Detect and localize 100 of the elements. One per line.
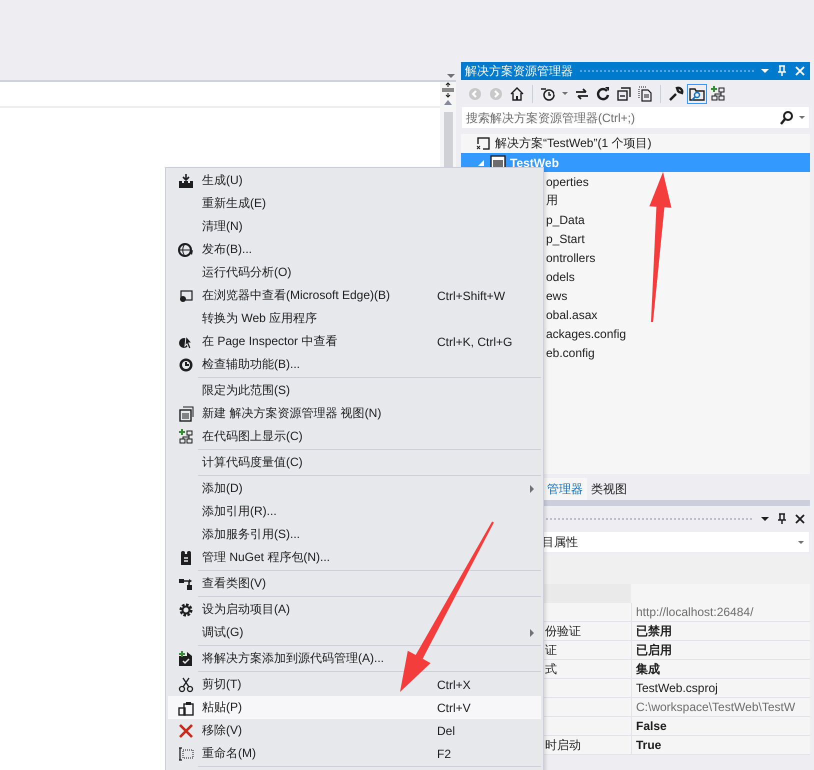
menu-item-label: 调试(G)	[202, 624, 244, 641]
tree-item[interactable]: ontrollers	[546, 250, 596, 264]
panel-tab[interactable]: 类视图	[587, 478, 631, 500]
tree-item[interactable]: p_Data	[546, 212, 585, 226]
window-list-icon	[178, 406, 194, 422]
menu-item-label: 粘贴(P)	[202, 699, 243, 716]
shortcut-label: Ctrl+V	[437, 700, 471, 714]
menu-item[interactable]: 重命名(M) F2	[168, 742, 541, 765]
remove-icon	[178, 722, 194, 738]
menu-item-label: 新建 解决方案资源管理器 视图(N)	[202, 405, 382, 422]
globe-icon	[178, 242, 194, 258]
menu-item-label: 查看类图(V)	[202, 575, 267, 592]
tree-item[interactable]: obal.asax	[546, 308, 598, 322]
menu-item[interactable]: 粘贴(P) Ctrl+V	[168, 696, 541, 719]
menu-item[interactable]: 生成(U)	[168, 169, 541, 192]
menu-item[interactable]: 添加(D)	[168, 477, 541, 500]
search-icon	[779, 110, 795, 126]
collapse-icon[interactable]	[616, 86, 632, 102]
property-value[interactable]: False	[636, 719, 667, 733]
property-value[interactable]: 已禁用	[636, 622, 672, 640]
menu-item-label: 限定为此范围(S)	[202, 382, 291, 399]
menu-item[interactable]: 计算代码度量值(C)	[168, 451, 541, 474]
tree-item[interactable]: 用	[546, 192, 558, 209]
menu-item-label: 在浏览器中查看(Microsoft Edge)(B)	[202, 287, 392, 304]
menu-item-label: 管理 NuGet 程序包(N)...	[202, 549, 332, 566]
property-value[interactable]: True	[636, 738, 662, 752]
dropdown-icon	[797, 538, 805, 546]
menu-item-label: 在代码图上显示(C)	[202, 428, 304, 445]
tree-item[interactable]: ackages.config	[546, 326, 626, 340]
menu-item[interactable]: 清理(N)	[168, 215, 541, 238]
menu-item-label: 在 Page Inspector 中查看	[202, 333, 338, 350]
shortcut-label: Ctrl+K, Ctrl+G	[437, 334, 512, 348]
tree-item[interactable]: odels	[546, 270, 575, 284]
dropdown-icon	[760, 514, 770, 524]
pin-icon	[776, 513, 788, 525]
build-icon	[178, 172, 194, 188]
property-name: 式	[545, 660, 557, 678]
menu-item[interactable]: 设为启动项目(A)	[168, 598, 541, 621]
gear-icon	[178, 602, 194, 618]
package-icon	[178, 550, 194, 566]
menu-item[interactable]: 将解决方案添加到源代码管理(A)...	[168, 647, 541, 670]
home-icon[interactable]	[509, 86, 525, 102]
panel-title: 解决方案资源管理器	[465, 62, 573, 80]
rename-icon	[178, 746, 194, 762]
menu-item[interactable]: 发布(B)...	[168, 238, 541, 261]
menu-item[interactable]: 在浏览器中查看(Microsoft Edge)(B) Ctrl+Shift+W	[168, 284, 541, 307]
menu-item[interactable]: 检查辅助功能(B)...	[168, 353, 541, 376]
property-name: 时启动	[545, 736, 581, 754]
splitter-icon	[441, 82, 455, 98]
property-value[interactable]: 集成	[636, 660, 660, 678]
clock-icon[interactable]	[540, 86, 556, 102]
shortcut-label: F2	[437, 746, 452, 760]
shortcut-label: Del	[437, 724, 456, 738]
property-value[interactable]: TestWeb.csproj	[636, 681, 718, 695]
tree-item[interactable]: operties	[546, 174, 589, 188]
scroll-up-icon	[443, 98, 453, 108]
tree-item[interactable]: eb.config	[546, 346, 595, 360]
preview-icon[interactable]	[689, 86, 705, 102]
menu-item[interactable]: 运行代码分析(O)	[168, 261, 541, 284]
menu-item[interactable]: 限定为此范围(S)	[168, 379, 541, 402]
dropdown-icon	[799, 116, 805, 119]
sync-icon[interactable]	[574, 86, 590, 102]
tree-item[interactable]: ews	[546, 288, 568, 302]
paste-icon	[178, 700, 194, 716]
menu-item[interactable]: 移除(V) Del	[168, 719, 541, 742]
menu-item-label: 剪切(T)	[202, 676, 242, 693]
menu-item[interactable]: 查看类图(V)	[168, 572, 541, 595]
wrench-icon[interactable]	[668, 86, 684, 102]
panel-tab[interactable]: 管理器	[543, 478, 587, 500]
property-value[interactable]: 已启用	[636, 642, 672, 658]
menu-item[interactable]: 剪切(T) Ctrl+X	[168, 673, 541, 696]
shortcut-label: Ctrl+Shift+W	[437, 288, 506, 302]
menu-item-label: 发布(B)...	[202, 241, 253, 258]
accessibility-icon	[178, 356, 194, 372]
menu-item[interactable]: 转换为 Web 应用程序	[168, 307, 541, 330]
class-diagram-icon[interactable]	[710, 86, 726, 102]
menu-item[interactable]: 在 Page Inspector 中查看 Ctrl+K, Ctrl+G	[168, 330, 541, 353]
menu-item[interactable]: 重新生成(E)	[168, 192, 541, 215]
menu-item[interactable]: 新建 解决方案资源管理器 视图(N)	[168, 402, 541, 425]
tree-item[interactable]: 解决方案“TestWeb”(1 个项目)	[495, 135, 652, 152]
menu-item[interactable]: 调试(G)	[168, 621, 541, 644]
shortcut-label: Ctrl+X	[437, 678, 471, 692]
menu-item-label: 添加(D)	[202, 480, 244, 497]
menu-item-label: 转换为 Web 应用程序	[202, 310, 318, 327]
tree-item[interactable]: p_Start	[546, 232, 585, 246]
source-control-icon	[178, 650, 194, 666]
property-value[interactable]: C:\workspace\TestWeb\TestW	[636, 700, 796, 714]
files-icon[interactable]	[637, 86, 653, 102]
menu-item-label: 运行代码分析(O)	[202, 264, 292, 281]
scissors-icon	[178, 676, 194, 692]
close-icon	[794, 513, 806, 525]
browser-icon	[178, 288, 194, 304]
dropdown-icon	[760, 66, 770, 76]
refresh-icon[interactable]	[595, 86, 611, 102]
close-icon	[794, 65, 806, 77]
menu-item[interactable]: 添加引用(R)...	[168, 500, 541, 523]
menu-item-label: 生成(U)	[202, 172, 244, 189]
menu-item[interactable]: 在代码图上显示(C)	[168, 425, 541, 448]
property-value[interactable]: http://localhost:26484/	[636, 605, 754, 619]
property-name: 份验证	[545, 622, 581, 640]
